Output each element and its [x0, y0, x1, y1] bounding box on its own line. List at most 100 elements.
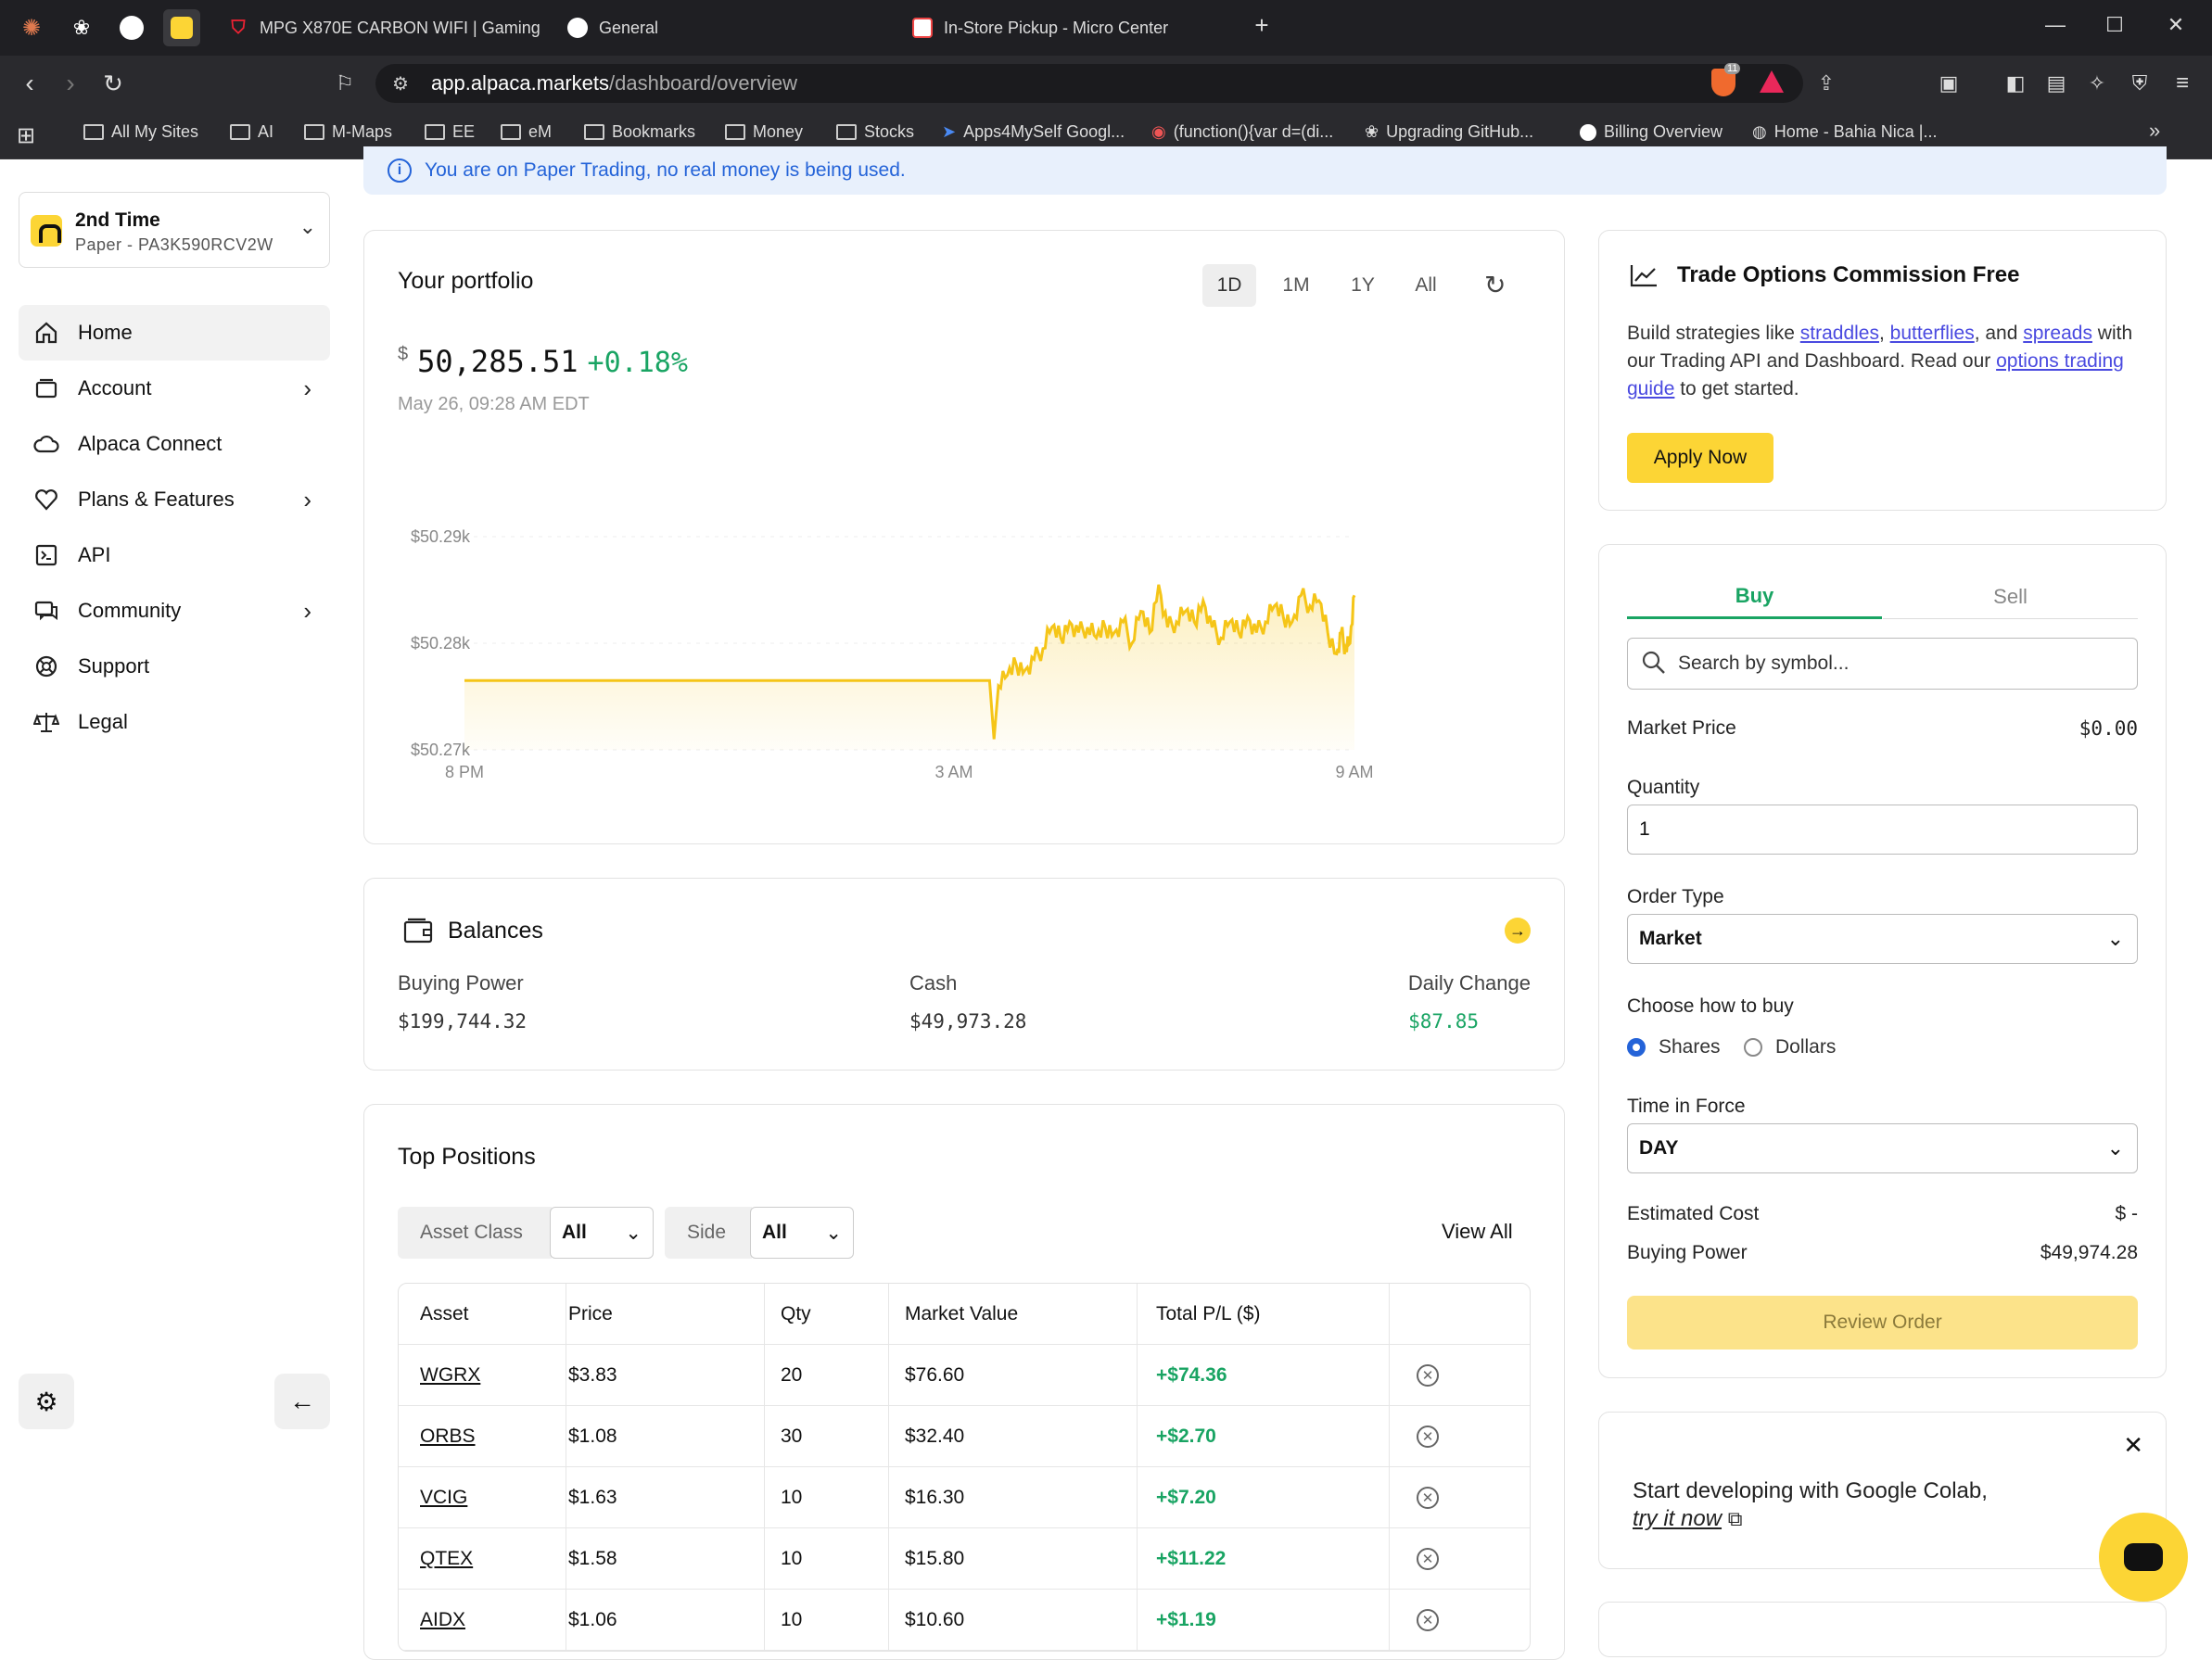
leo-ai-icon[interactable]: ✧: [2082, 69, 2112, 98]
spreads-link[interactable]: spreads: [2023, 323, 2092, 344]
bookmark-folder[interactable]: Stocks: [836, 122, 914, 142]
tab-general[interactable]: General: [554, 7, 888, 48]
brave-rewards-icon[interactable]: [1760, 70, 1784, 93]
range-1m-button[interactable]: 1M: [1269, 264, 1323, 307]
tab-buy[interactable]: Buy: [1627, 575, 1882, 619]
sidebar-item-api[interactable]: API: [19, 527, 330, 583]
asset-class-select[interactable]: All ⌄: [550, 1207, 654, 1259]
more-bookmarks-button[interactable]: »: [2149, 119, 2160, 143]
sidebar-item-legal[interactable]: Legal: [19, 694, 330, 750]
sidebar: 2nd Time Paper - PA3K590RCV2W ⌄ Home Acc…: [0, 159, 343, 1623]
minimize-icon[interactable]: —: [2041, 13, 2069, 37]
column-header[interactable]: Asset: [420, 1284, 469, 1345]
review-order-button[interactable]: Review Order: [1627, 1296, 2138, 1350]
range-1y-button[interactable]: 1Y: [1336, 264, 1390, 307]
bookmark-icon[interactable]: ⚐: [330, 69, 360, 98]
bookmark-label: Upgrading GitHub...: [1386, 122, 1534, 141]
sidebar-item-plans[interactable]: Plans & Features ›: [19, 472, 330, 527]
bookmark-folder[interactable]: All My Sites: [83, 122, 198, 142]
bookmark-folder[interactable]: EE: [425, 122, 475, 142]
symbol-search-input[interactable]: Search by symbol...: [1627, 638, 2138, 690]
close-window-icon[interactable]: ✕: [2162, 13, 2190, 37]
brave-shields-icon[interactable]: 11: [1711, 63, 1741, 96]
tab-sell[interactable]: Sell: [1883, 575, 2138, 619]
sidebar-item-alpaca-connect[interactable]: Alpaca Connect: [19, 416, 330, 472]
refresh-icon[interactable]: ↻: [1484, 270, 1506, 300]
cash-label: Cash: [909, 971, 958, 995]
promo-text: to get started.: [1674, 378, 1799, 399]
bookmark-folder[interactable]: Bookmarks: [584, 122, 695, 142]
reader-icon[interactable]: ▣: [1934, 69, 1964, 98]
tab-microcenter[interactable]: In-Store Pickup - Micro Center: [899, 7, 1233, 48]
range-all-button[interactable]: All: [1399, 264, 1453, 307]
menu-icon[interactable]: ≡: [2168, 69, 2197, 98]
close-position-button[interactable]: ✕: [1417, 1467, 1439, 1528]
bookmark-folder[interactable]: Money: [725, 122, 803, 142]
buying-power-value: $49,974.28: [2040, 1242, 2138, 1263]
column-header[interactable]: Price: [568, 1284, 613, 1345]
close-position-button[interactable]: ✕: [1417, 1406, 1439, 1467]
vpn-icon[interactable]: ⛨: [2125, 69, 2155, 98]
close-icon[interactable]: ✕: [2123, 1431, 2143, 1460]
column-header[interactable]: Qty: [781, 1284, 811, 1345]
asset-symbol-link[interactable]: WGRX: [420, 1345, 480, 1406]
url-field[interactable]: ⚙ app.alpaca.markets/dashboard/overview …: [375, 64, 1835, 103]
dollars-radio[interactable]: Dollars: [1744, 1036, 1836, 1058]
chat-support-button[interactable]: [2099, 1513, 2188, 1602]
sidebar-item-home[interactable]: Home: [19, 305, 330, 361]
home-icon: [32, 318, 61, 348]
new-tab-button[interactable]: +: [1248, 11, 1276, 40]
back-icon[interactable]: ‹: [15, 69, 44, 98]
butterflies-link[interactable]: butterflies: [1890, 323, 1975, 344]
asset-symbol-link[interactable]: QTEX: [420, 1528, 473, 1590]
pinned-tab-claude[interactable]: ✺: [13, 9, 50, 46]
site-settings-icon[interactable]: ⚙: [392, 72, 409, 95]
maximize-icon[interactable]: ☐: [2101, 13, 2129, 37]
side-select[interactable]: All ⌄: [750, 1207, 854, 1259]
time-in-force-select[interactable]: DAY ⌄: [1627, 1123, 2138, 1173]
pinned-tab-copilot[interactable]: ❀: [63, 9, 100, 46]
pinned-tab-alpaca[interactable]: [163, 9, 200, 46]
order-type-select[interactable]: Market ⌄: [1627, 914, 2138, 964]
sidebar-toggle-icon[interactable]: ◧: [2001, 69, 2030, 98]
bookmark-folder[interactable]: eM: [501, 122, 552, 142]
asset-symbol-link[interactable]: VCIG: [420, 1467, 467, 1528]
apps-grid-icon[interactable]: ⊞: [17, 122, 35, 149]
try-it-now-link[interactable]: try it now: [1633, 1506, 1722, 1531]
bookmark-link[interactable]: ◍ Home - Bahia Nica |...: [1752, 122, 1937, 142]
sidebar-item-community[interactable]: Community ›: [19, 583, 330, 639]
collapse-sidebar-button[interactable]: ←: [274, 1374, 330, 1429]
sidebar-item-account[interactable]: Account ›: [19, 361, 330, 416]
bookmark-link[interactable]: ◉ (function(){var d=(di...: [1151, 122, 1333, 142]
qty-cell: 10: [781, 1487, 803, 1508]
shares-radio[interactable]: Shares: [1627, 1036, 1721, 1058]
view-all-link[interactable]: View All: [1442, 1220, 1513, 1244]
settings-button[interactable]: ⚙: [19, 1374, 74, 1429]
share-icon[interactable]: ⇪: [1818, 71, 1835, 95]
reload-icon[interactable]: ↻: [98, 69, 128, 98]
straddles-link[interactable]: straddles: [1800, 323, 1879, 344]
arrow-right-icon[interactable]: →: [1505, 918, 1531, 944]
bookmark-folder[interactable]: M-Maps: [304, 122, 392, 142]
bookmark-link[interactable]: ➤ Apps4MySelf Googl...: [942, 122, 1125, 142]
asset-symbol-link[interactable]: AIDX: [420, 1590, 465, 1651]
bookmark-link[interactable]: Billing Overview: [1580, 122, 1723, 142]
bookmark-link[interactable]: ❀ Upgrading GitHub...: [1365, 122, 1533, 142]
close-position-button[interactable]: ✕: [1417, 1345, 1439, 1406]
close-position-button[interactable]: ✕: [1417, 1528, 1439, 1590]
sidebar-item-support[interactable]: Support: [19, 639, 330, 694]
column-header[interactable]: Market Value: [905, 1284, 1018, 1345]
account-switcher[interactable]: 2nd Time Paper - PA3K590RCV2W ⌄: [19, 192, 330, 268]
forward-icon[interactable]: ›: [56, 69, 85, 98]
tab-msi[interactable]: ⛉ MPG X870E CARBON WIFI | Gaming: [215, 7, 540, 48]
bookmark-folder[interactable]: AI: [230, 122, 273, 142]
apply-now-button[interactable]: Apply Now: [1627, 433, 1773, 483]
column-header[interactable]: Total P/L ($): [1156, 1284, 1260, 1345]
wallet-icon[interactable]: ▤: [2041, 69, 2071, 98]
pinned-tab-github[interactable]: [113, 9, 150, 46]
time-in-force-value: DAY: [1639, 1137, 1679, 1159]
range-1d-button[interactable]: 1D: [1202, 264, 1256, 307]
quantity-input[interactable]: 1: [1627, 805, 2138, 855]
asset-symbol-link[interactable]: ORBS: [420, 1406, 476, 1467]
close-position-button[interactable]: ✕: [1417, 1590, 1439, 1651]
